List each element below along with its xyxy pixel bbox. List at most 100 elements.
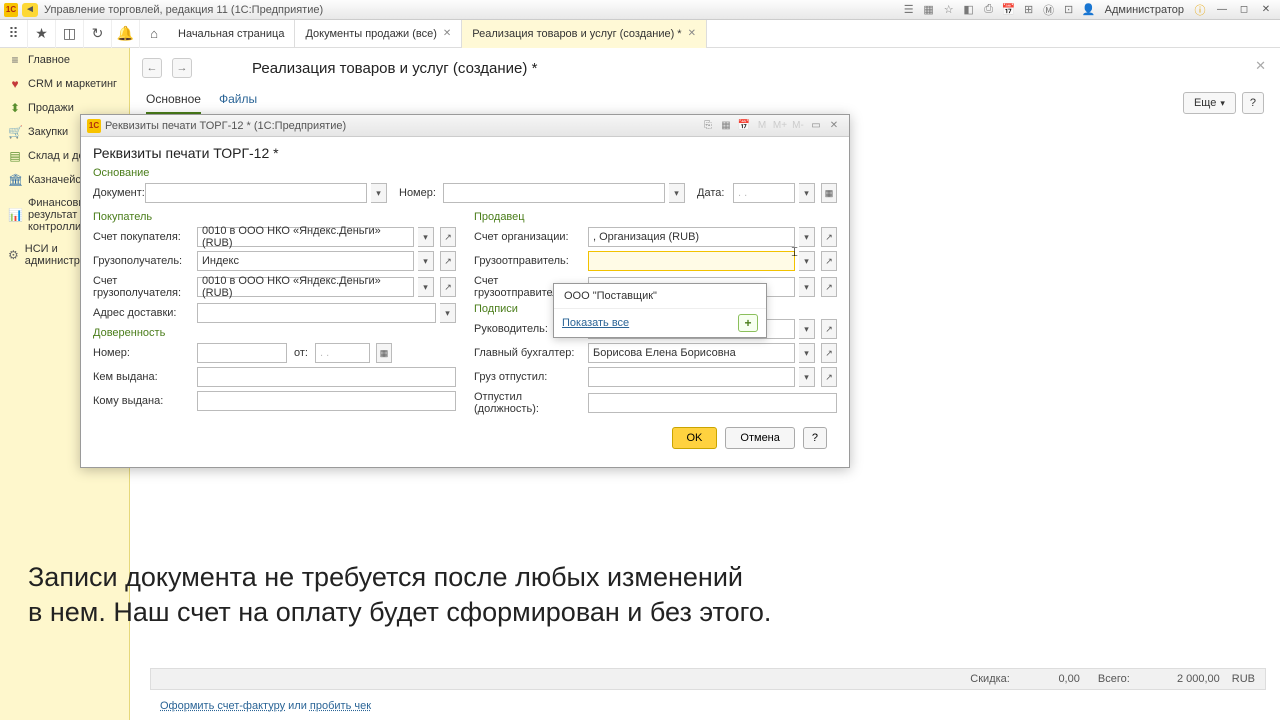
bank-icon: 🏛 (8, 173, 22, 187)
tab-home[interactable]: Начальная страница (168, 20, 295, 48)
btn-more[interactable]: Еще ▾ (1183, 92, 1236, 114)
dropdown-icon[interactable]: ▾ (418, 251, 434, 271)
tb-icon-8[interactable]: Ⓜ (1041, 2, 1057, 18)
tab-docs[interactable]: Документы продажи (все)✕ (295, 20, 462, 48)
history-icon[interactable]: ↻ (84, 20, 112, 48)
subtab-files[interactable]: Файлы (219, 92, 257, 114)
open-icon[interactable]: ↗ (821, 319, 837, 339)
calendar-picker-icon[interactable]: ▦ (376, 343, 392, 363)
link-receipt[interactable]: пробить чек (310, 700, 371, 712)
section-basis: Основание (93, 167, 837, 179)
dropdown-icon[interactable]: ▾ (799, 319, 815, 339)
page-back-button[interactable]: ← (142, 58, 162, 78)
add-new-icon[interactable]: + (738, 314, 758, 332)
dropdown-option[interactable]: ООО "Поставщик" (554, 284, 766, 308)
info-icon[interactable]: ⓘ (1192, 2, 1208, 18)
input-acct-buyer[interactable]: 0010 в ООО НКО «Яндекс.Деньги» (RUB) (197, 227, 414, 247)
input-issued-to[interactable] (197, 391, 456, 411)
nav-back-icon[interactable]: ◄ (22, 3, 38, 17)
modal-close-icon[interactable]: ✕ (826, 118, 842, 134)
dropdown-icon[interactable]: ▾ (669, 183, 685, 203)
input-proxy-date[interactable]: . . (315, 343, 370, 363)
box-icon[interactable]: ◫ (56, 20, 84, 48)
lbl-acct-org: Счет организации: (474, 231, 584, 243)
dropdown-icon[interactable]: ▾ (799, 251, 815, 271)
dropdown-icon[interactable]: ▾ (440, 303, 456, 323)
dropdown-icon[interactable]: ▾ (799, 343, 815, 363)
maximize-icon[interactable]: ◻ (1234, 3, 1254, 17)
dropdown-show-all[interactable]: Показать все (562, 317, 629, 329)
open-icon[interactable]: ↗ (821, 277, 837, 297)
input-issued-by[interactable] (197, 367, 456, 387)
open-icon[interactable]: ↗ (821, 343, 837, 363)
open-icon[interactable]: ↗ (440, 277, 456, 297)
modal-tb-icon[interactable]: M- (790, 118, 806, 134)
input-date[interactable]: . . (733, 183, 795, 203)
app-titlebar: 1C ◄ Управление торговлей, редакция 11 (… (0, 0, 1280, 20)
minimize-icon[interactable]: — (1212, 3, 1232, 17)
page-close-icon[interactable]: ✕ (1255, 58, 1266, 74)
lbl-consignee: Грузополучатель: (93, 255, 193, 267)
input-accountant[interactable]: Борисова Елена Борисовна (588, 343, 795, 363)
dropdown-icon[interactable]: ▾ (371, 183, 387, 203)
input-shipper[interactable] (588, 251, 795, 271)
bell-icon[interactable]: 🔔 (112, 20, 140, 48)
lbl-document: Документ: (93, 187, 141, 199)
open-icon[interactable]: ↗ (440, 251, 456, 271)
modal-tb-icon[interactable]: ⎘ (700, 118, 716, 134)
modal-tb-icon[interactable]: 📅 (736, 118, 752, 134)
link-invoice[interactable]: Оформить счет-фактуру (160, 700, 285, 712)
subtab-main[interactable]: Основное (146, 92, 201, 114)
open-icon[interactable]: ↗ (821, 367, 837, 387)
dropdown-icon[interactable]: ▾ (799, 277, 815, 297)
dropdown-icon[interactable]: ▾ (418, 277, 434, 297)
tb-icon-3[interactable]: ☆ (941, 2, 957, 18)
dropdown-icon[interactable]: ▾ (799, 183, 815, 203)
open-icon[interactable]: ↗ (821, 227, 837, 247)
cancel-button[interactable]: Отмена (725, 427, 794, 449)
tb-icon-4[interactable]: ◧ (961, 2, 977, 18)
tb-icon-1[interactable]: ☰ (901, 2, 917, 18)
modal-tb-icon[interactable]: ▦ (718, 118, 734, 134)
close-icon[interactable]: ✕ (1256, 3, 1276, 17)
tb-icon-7[interactable]: ⊞ (1021, 2, 1037, 18)
btn-help[interactable]: ? (1242, 92, 1264, 114)
input-acct-consignee[interactable]: 0010 в ООО НКО «Яндекс.Деньги» (RUB) (197, 277, 414, 297)
input-released-pos[interactable] (588, 393, 837, 413)
input-addr[interactable] (197, 303, 436, 323)
modal-tb-icon[interactable]: M+ (772, 118, 788, 134)
page-forward-button[interactable]: → (172, 58, 192, 78)
sidebar-item-crm[interactable]: ♥CRM и маркетинг (0, 72, 129, 96)
tab-close-icon[interactable]: ✕ (688, 28, 696, 39)
dropdown-icon[interactable]: ▾ (799, 227, 815, 247)
dropdown-icon[interactable]: ▾ (799, 367, 815, 387)
calendar-icon[interactable]: 📅 (1001, 2, 1017, 18)
modal-title: Реквизиты печати ТОРГ-12 * (93, 145, 837, 161)
modal-min-icon[interactable]: ▭ (808, 118, 824, 134)
input-released[interactable] (588, 367, 795, 387)
app-logo-icon: 1C (4, 3, 18, 17)
dropdown-icon[interactable]: ▾ (418, 227, 434, 247)
tb-icon-2[interactable]: ▦ (921, 2, 937, 18)
open-icon[interactable]: ↗ (821, 251, 837, 271)
help-button[interactable]: ? (803, 427, 827, 449)
tb-icon-5[interactable]: ⎙ (981, 2, 997, 18)
input-acct-org[interactable]: , Организация (RUB) (588, 227, 795, 247)
current-user[interactable]: Администратор (1105, 4, 1184, 16)
footer-links: Оформить счет-фактуру или пробить чек (160, 700, 371, 712)
modal-tb-icon[interactable]: M (754, 118, 770, 134)
open-icon[interactable]: ↗ (440, 227, 456, 247)
input-consignee[interactable]: Индекс (197, 251, 414, 271)
input-proxy-num[interactable] (197, 343, 287, 363)
home-icon[interactable]: ⌂ (140, 26, 168, 41)
tab-realization[interactable]: Реализация товаров и услуг (создание) *✕ (462, 20, 707, 48)
input-number[interactable] (443, 183, 665, 203)
calendar-picker-icon[interactable]: ▦ (821, 183, 837, 203)
tab-close-icon[interactable]: ✕ (443, 28, 451, 39)
ok-button[interactable]: OK (672, 427, 718, 449)
apps-grid-icon[interactable]: ⠿ (0, 20, 28, 48)
tb-icon-9[interactable]: ⊡ (1061, 2, 1077, 18)
star-icon[interactable]: ★ (28, 20, 56, 48)
sidebar-item-main[interactable]: ≡Главное (0, 48, 129, 72)
input-document[interactable] (145, 183, 367, 203)
